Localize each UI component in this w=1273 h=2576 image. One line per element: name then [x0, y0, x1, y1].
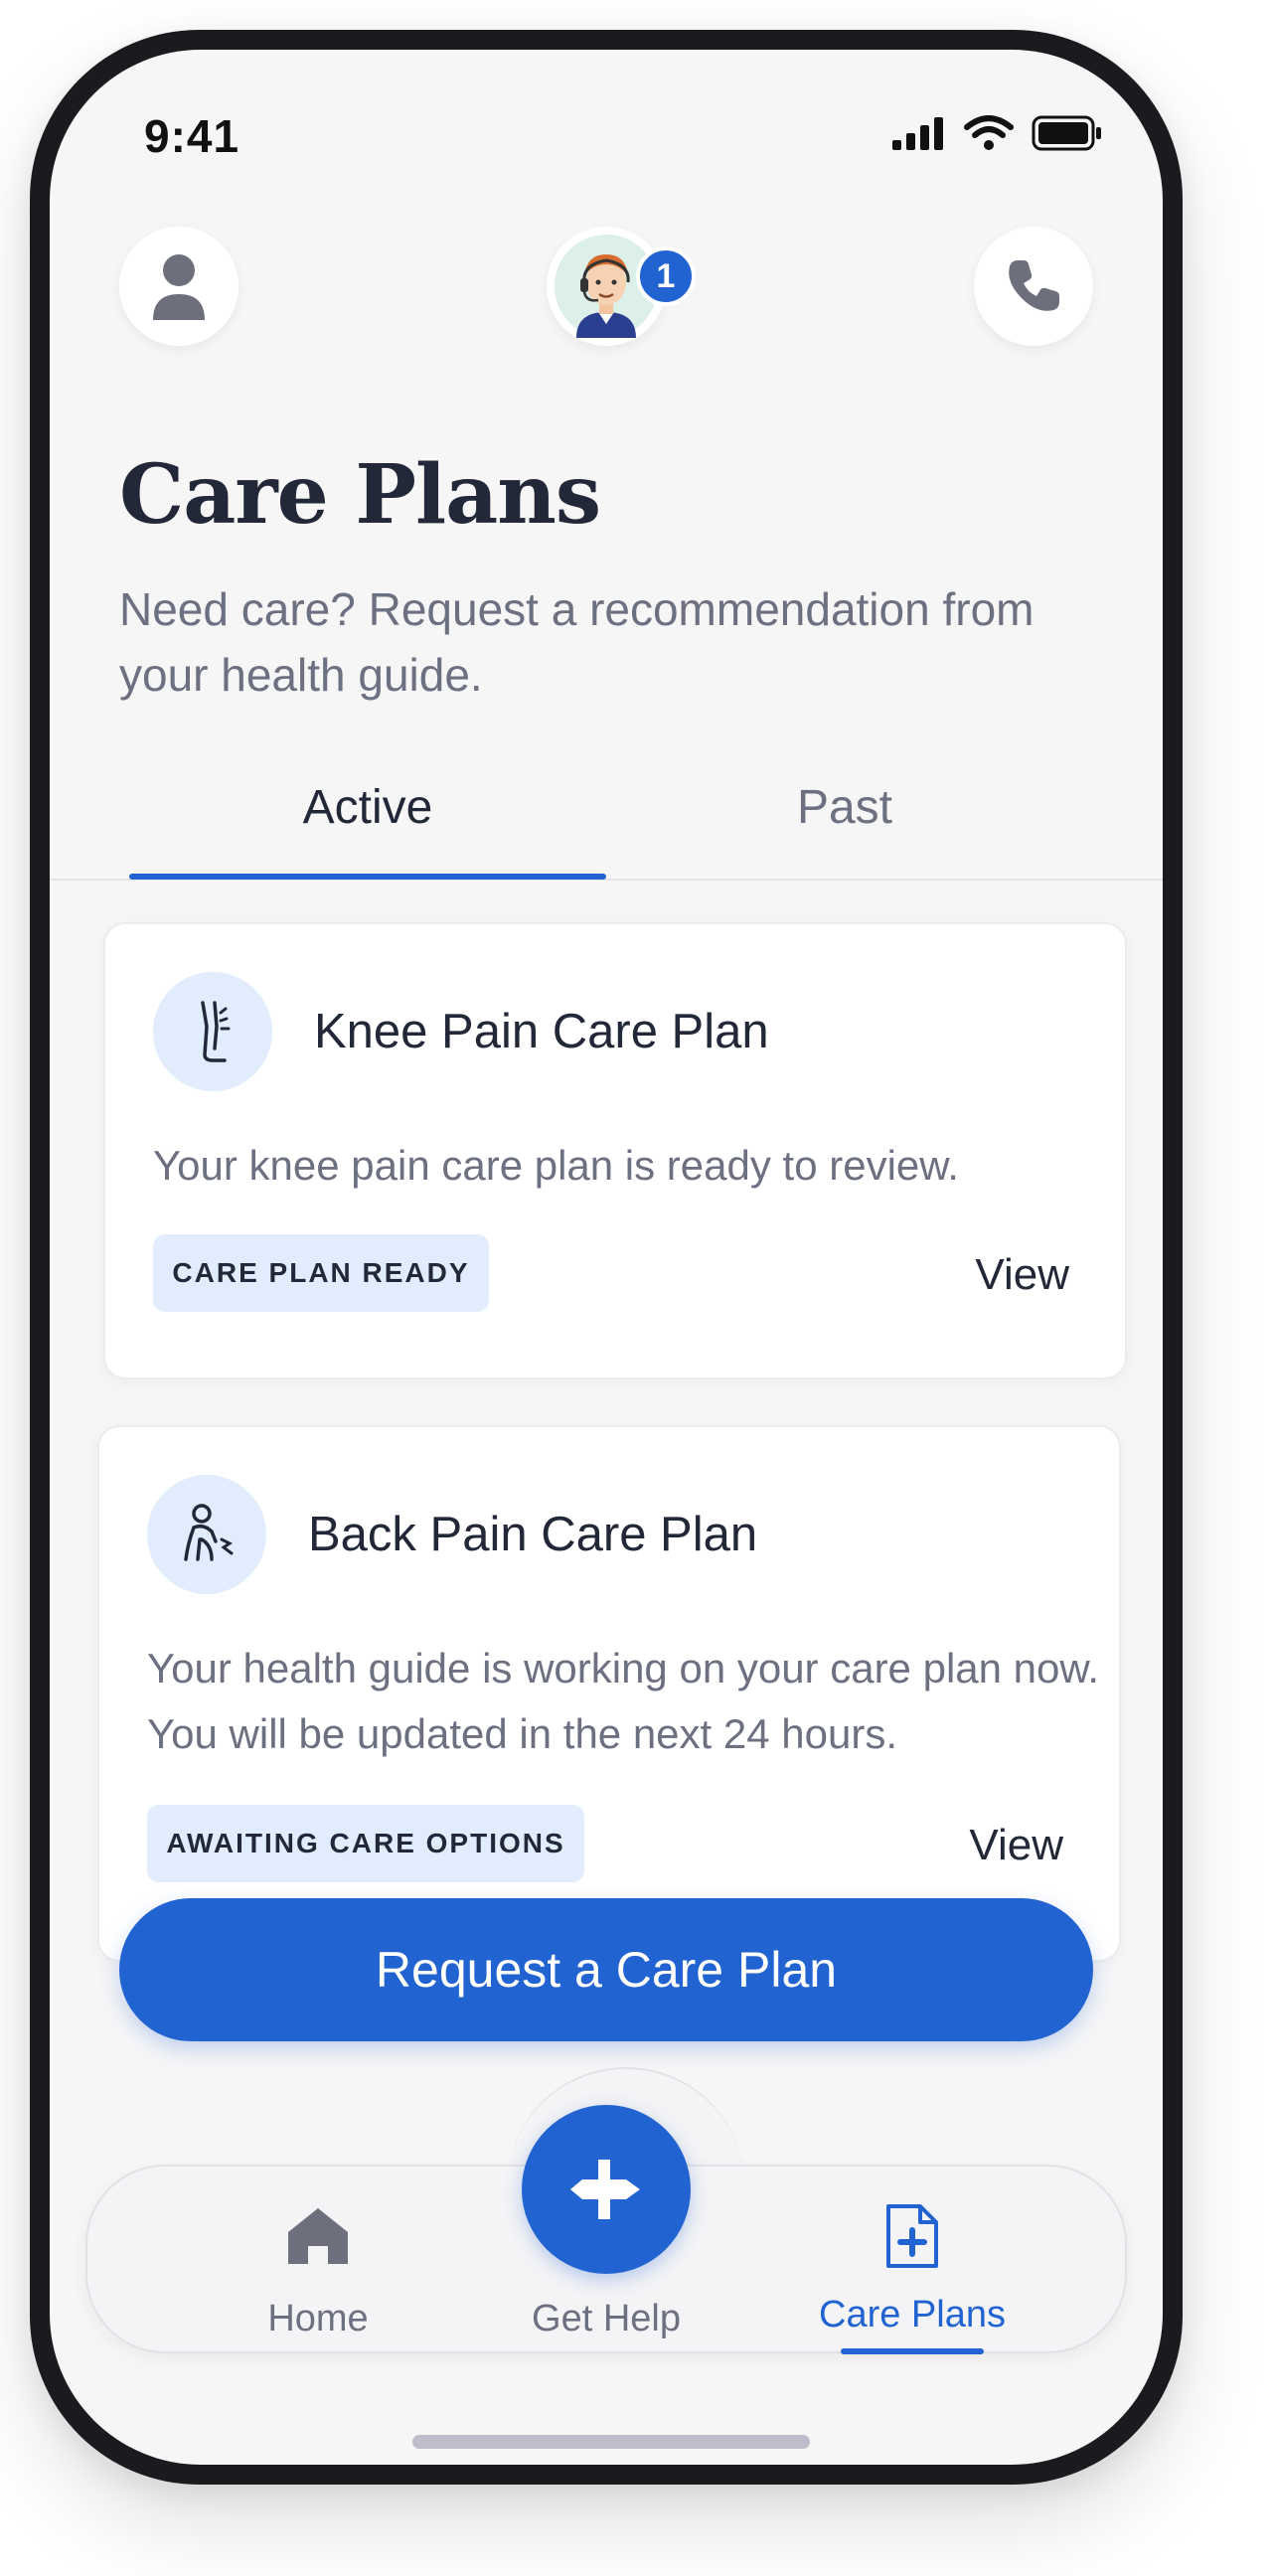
phone-icon [1009, 260, 1059, 311]
knee-pain-icon [153, 972, 272, 1091]
care-plan-card-knee[interactable]: Knee Pain Care Plan Your knee pain care … [103, 922, 1127, 1379]
status-badge: AWAITING CARE OPTIONS [147, 1805, 584, 1882]
care-plan-title: Knee Pain Care Plan [314, 1005, 769, 1058]
notification-badge: 1 [636, 246, 696, 306]
page-title: Care Plans [119, 447, 601, 543]
care-plan-card-back[interactable]: Back Pain Care Plan Your health guide is… [97, 1425, 1121, 1962]
get-help-button[interactable] [522, 2105, 691, 2274]
nav-care-plans[interactable]: Care Plans [793, 2294, 1032, 2336]
wifi-icon [964, 115, 1014, 150]
status-time: 9:41 [144, 110, 240, 162]
user-icon [153, 254, 205, 320]
care-plan-title: Back Pain Care Plan [308, 1508, 758, 1561]
profile-button[interactable] [119, 227, 239, 346]
care-plan-document-icon[interactable] [873, 2196, 952, 2276]
tab-past[interactable]: Past [606, 780, 1083, 835]
care-plan-description: Your health guide is working on your car… [147, 1645, 1100, 1757]
view-link[interactable]: View [975, 1250, 1069, 1300]
care-plan-description: Your knee pain care plan is ready to rev… [153, 1142, 959, 1189]
request-care-plan-button[interactable]: Request a Care Plan [119, 1898, 1093, 2041]
status-icons [890, 115, 1103, 151]
call-button[interactable] [974, 227, 1093, 346]
active-nav-indicator [841, 2348, 984, 2354]
home-icon[interactable] [278, 2196, 358, 2276]
signpost-icon [570, 2160, 640, 2219]
cellular-signal-icon [892, 117, 943, 150]
status-badge: CARE PLAN READY [153, 1234, 489, 1312]
tab-active[interactable]: Active [129, 780, 606, 835]
view-link[interactable]: View [969, 1821, 1063, 1870]
phone-frame: 9:41 1 Care Plans Need care? Request a r… [30, 30, 1183, 2485]
nav-home[interactable]: Home [199, 2298, 437, 2340]
home-indicator[interactable] [412, 2435, 810, 2449]
active-tab-indicator [129, 874, 606, 880]
app-screen: 9:41 1 Care Plans Need care? Request a r… [50, 50, 1163, 2465]
battery-icon [1032, 115, 1101, 151]
page-subtitle: Need care? Request a recommendation from… [119, 583, 1034, 701]
back-pain-icon [147, 1475, 266, 1594]
nav-get-help[interactable]: Get Help [487, 2298, 725, 2340]
